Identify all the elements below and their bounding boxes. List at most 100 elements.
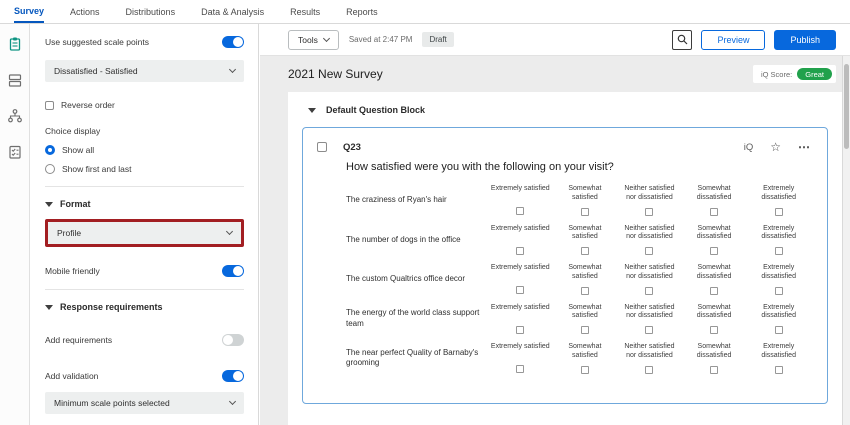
iq-score-badge[interactable]: Great <box>797 68 832 80</box>
matrix-scale-label: Extremely satisfied <box>491 304 550 321</box>
question-card[interactable]: Q23 iQ ☆ ⋯ How satisfied were you with t… <box>302 127 828 404</box>
tab-results[interactable]: Results <box>290 0 320 23</box>
matrix-scale-label: Somewhat satisfied <box>555 225 616 243</box>
preview-button[interactable]: Preview <box>701 30 765 50</box>
chevron-down-icon <box>323 34 330 41</box>
matrix-column: Somewhat dissatisfied <box>682 225 747 256</box>
add-validation-toggle[interactable] <box>222 370 244 382</box>
reverse-order-checkbox[interactable] <box>45 101 54 110</box>
matrix-column: Somewhat dissatisfied <box>682 185 747 216</box>
matrix-checkbox[interactable] <box>516 286 524 294</box>
matrix-checkbox[interactable] <box>710 208 718 216</box>
matrix-checkbox[interactable] <box>581 326 589 334</box>
matrix-checkbox[interactable] <box>645 326 653 334</box>
format-section-header[interactable]: Format <box>45 199 244 209</box>
matrix-checkbox[interactable] <box>710 326 718 334</box>
iq-insights-icon[interactable]: iQ <box>744 142 754 153</box>
matrix-checkbox[interactable] <box>645 366 653 374</box>
star-icon[interactable]: ☆ <box>770 141 781 153</box>
search-button[interactable] <box>672 30 692 50</box>
matrix-checkbox[interactable] <box>581 247 589 255</box>
matrix-column: Extremely satisfied <box>488 304 553 335</box>
matrix-column: Extremely dissatisfied <box>746 343 811 374</box>
matrix-table: The craziness of Ryan's hairExtremely sa… <box>303 185 827 403</box>
tab-data-analysis[interactable]: Data & Analysis <box>201 0 264 23</box>
matrix-column: Neither satisfied nor dissatisfied <box>617 264 682 295</box>
matrix-checkbox[interactable] <box>775 247 783 255</box>
show-all-label: Show all <box>62 145 94 155</box>
matrix-column: Neither satisfied nor dissatisfied <box>617 185 682 216</box>
survey-title[interactable]: 2021 New Survey <box>288 67 383 81</box>
validation-type-dropdown[interactable]: Minimum scale points selected <box>45 392 244 414</box>
matrix-column: Extremely satisfied <box>488 185 553 216</box>
suggested-scale-toggle[interactable] <box>222 36 244 48</box>
survey-options-icon[interactable] <box>5 142 25 162</box>
caret-down-icon <box>308 108 316 113</box>
matrix-checkbox[interactable] <box>581 208 589 216</box>
matrix-checkbox[interactable] <box>775 208 783 216</box>
caret-down-icon <box>45 202 53 207</box>
format-dropdown[interactable]: Profile <box>48 222 241 244</box>
matrix-column: Neither satisfied nor dissatisfied <box>617 304 682 335</box>
matrix-checkbox[interactable] <box>775 287 783 295</box>
vertical-scrollbar[interactable] <box>842 56 850 425</box>
matrix-checkbox[interactable] <box>516 207 524 215</box>
add-requirements-toggle[interactable] <box>222 334 244 346</box>
survey-builder-icon[interactable] <box>5 34 25 54</box>
matrix-row-label[interactable]: The craziness of Ryan's hair <box>346 195 488 205</box>
show-all-radio[interactable] <box>45 145 55 155</box>
tab-reports[interactable]: Reports <box>346 0 378 23</box>
matrix-column: Somewhat satisfied <box>553 185 618 216</box>
scale-dropdown[interactable]: Dissatisfied - Satisfied <box>45 60 244 82</box>
scrollbar-thumb[interactable] <box>844 64 849 149</box>
matrix-scale-label: Extremely dissatisfied <box>748 185 809 203</box>
matrix-row-label[interactable]: The number of dogs in the office <box>346 235 488 245</box>
question-select-checkbox[interactable] <box>317 142 327 152</box>
matrix-checkbox[interactable] <box>645 247 653 255</box>
show-first-last-radio[interactable] <box>45 164 55 174</box>
tab-survey[interactable]: Survey <box>14 0 44 23</box>
matrix-row-label[interactable]: The energy of the world class support te… <box>346 308 488 329</box>
matrix-column: Somewhat satisfied <box>553 343 618 374</box>
survey-flow-icon[interactable] <box>5 106 25 126</box>
block-header[interactable]: Default Question Block <box>288 92 842 115</box>
editor-toolbar: Tools Saved at 2:47 PM Draft Preview Pub… <box>260 24 850 56</box>
matrix-checkbox[interactable] <box>516 247 524 255</box>
tab-actions[interactable]: Actions <box>70 0 100 23</box>
matrix-column: Somewhat satisfied <box>553 225 618 256</box>
question-text[interactable]: How satisfied were you with the followin… <box>303 153 827 185</box>
matrix-checkbox[interactable] <box>581 366 589 374</box>
tools-menu-button[interactable]: Tools <box>288 30 339 50</box>
matrix-checkbox[interactable] <box>710 366 718 374</box>
look-and-feel-icon[interactable] <box>5 70 25 90</box>
matrix-column: Extremely dissatisfied <box>746 225 811 256</box>
reverse-order-label: Reverse order <box>61 100 115 110</box>
matrix-row-label[interactable]: The near perfect Quality of Barnaby's gr… <box>346 348 488 369</box>
iq-score-chip: iQ Score: Great <box>753 65 836 83</box>
matrix-checkbox[interactable] <box>710 247 718 255</box>
matrix-checkbox[interactable] <box>516 326 524 334</box>
matrix-checkbox[interactable] <box>645 287 653 295</box>
question-header: Q23 iQ ☆ ⋯ <box>303 128 827 153</box>
iq-score-label: iQ Score: <box>761 70 792 79</box>
overflow-menu-icon[interactable]: ⋯ <box>798 141 811 153</box>
matrix-scale-label: Somewhat dissatisfied <box>684 343 745 361</box>
matrix-checkbox[interactable] <box>516 365 524 373</box>
matrix-scale-label: Neither satisfied nor dissatisfied <box>619 343 680 361</box>
matrix-row-group: The number of dogs in the office Extremel… <box>346 225 811 256</box>
response-requirements-header[interactable]: Response requirements <box>45 302 244 312</box>
matrix-row-group: The near perfect Quality of Barnaby's gr… <box>346 343 811 374</box>
mobile-friendly-toggle[interactable] <box>222 265 244 277</box>
matrix-checkbox[interactable] <box>775 366 783 374</box>
publish-button[interactable]: Publish <box>774 30 836 50</box>
matrix-checkbox[interactable] <box>645 208 653 216</box>
matrix-row-label[interactable]: The custom Qualtrics office decor <box>346 274 488 284</box>
matrix-scale-label: Somewhat dissatisfied <box>684 225 745 243</box>
show-first-last-label: Show first and last <box>62 164 131 174</box>
matrix-checkbox[interactable] <box>710 287 718 295</box>
tab-distributions[interactable]: Distributions <box>126 0 176 23</box>
question-id: Q23 <box>343 142 361 153</box>
matrix-checkbox[interactable] <box>581 287 589 295</box>
matrix-checkbox[interactable] <box>775 326 783 334</box>
matrix-scale-label: Somewhat dissatisfied <box>684 185 745 203</box>
